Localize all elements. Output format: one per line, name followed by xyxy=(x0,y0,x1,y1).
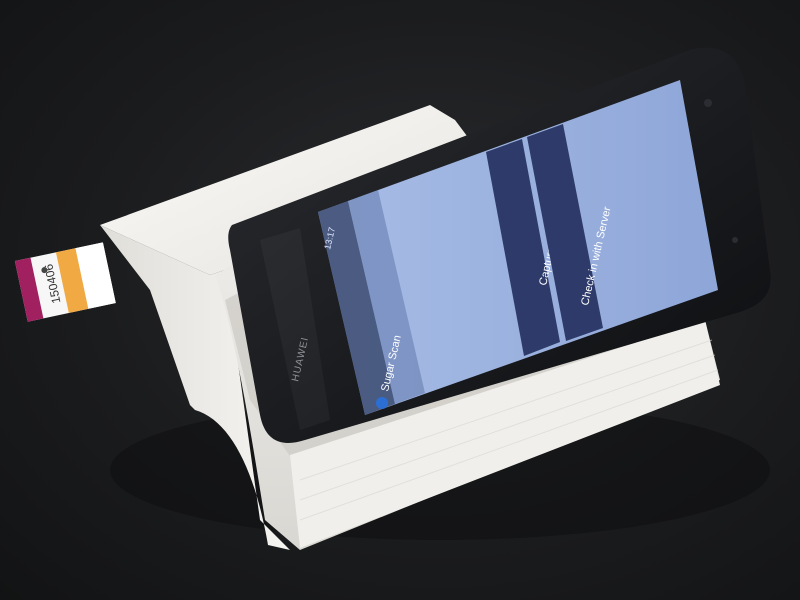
phone-sensor-icon xyxy=(732,237,738,243)
test-strip: 150406 xyxy=(14,242,116,322)
app-logo-icon xyxy=(376,397,388,409)
front-camera-icon xyxy=(704,99,712,107)
photo-scene: 150406 Sugar Scan 13:17 Capture Check in… xyxy=(14,47,771,550)
